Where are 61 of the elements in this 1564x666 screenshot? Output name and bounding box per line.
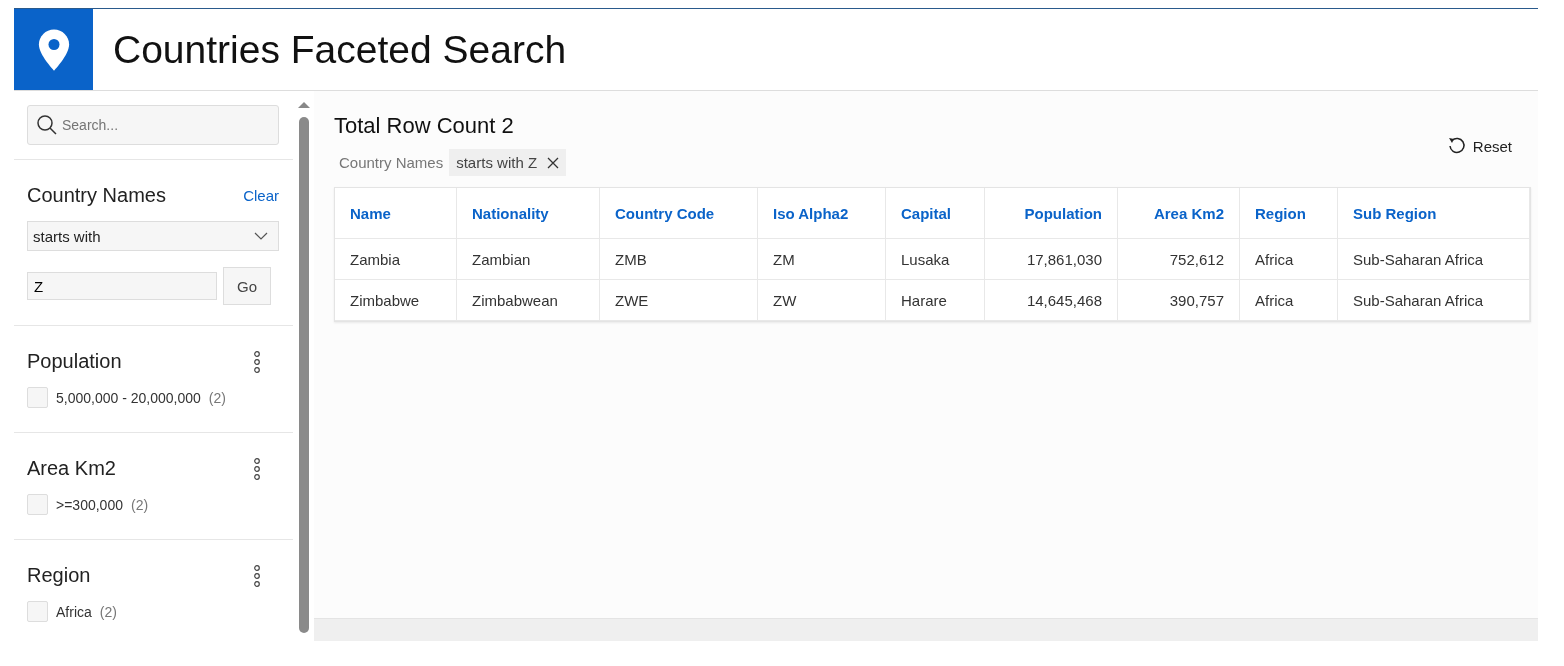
table-cell: Africa <box>1240 239 1338 280</box>
option-count: (2) <box>99 603 117 620</box>
search-icon <box>36 114 58 136</box>
table-cell: Harare <box>886 280 985 321</box>
checkbox[interactable] <box>27 601 48 622</box>
reset-button[interactable]: Reset <box>1440 135 1518 157</box>
filter-value-field[interactable]: Z <box>27 272 217 300</box>
search-field[interactable]: Search... <box>27 105 279 145</box>
clear-link[interactable]: Clear <box>243 187 279 204</box>
option-label: Africa <box>56 603 92 620</box>
option-label: 5,000,000 - 20,000,000 <box>56 389 201 406</box>
table-cell: 390,757 <box>1118 280 1240 321</box>
page-title: Countries Faceted Search <box>113 27 567 72</box>
column-header[interactable]: Name <box>335 188 457 239</box>
column-header[interactable]: Country Code <box>600 188 758 239</box>
filter-facet-label: Country Names <box>338 154 444 171</box>
table-cell: 14,645,468 <box>985 280 1118 321</box>
table-cell: ZW <box>758 280 886 321</box>
facet-title: Population <box>27 350 122 373</box>
more-options-icon[interactable] <box>253 457 261 480</box>
chevron-down-icon <box>254 232 268 240</box>
option-count: (2) <box>130 496 149 513</box>
facet-title: Region <box>27 564 91 587</box>
table-cell: Sub-Saharan Africa <box>1338 239 1530 280</box>
operator-dropdown[interactable]: starts with <box>27 221 279 251</box>
more-options-icon[interactable] <box>253 564 261 587</box>
table-cell: Zambian <box>457 239 600 280</box>
table-cell: ZM <box>758 239 886 280</box>
checkbox[interactable] <box>27 387 48 408</box>
go-button[interactable]: Go <box>223 267 271 305</box>
reset-icon <box>1446 136 1467 156</box>
table-cell: Africa <box>1240 280 1338 321</box>
column-header[interactable]: Nationality <box>457 188 600 239</box>
column-header[interactable]: Area Km2 <box>1118 188 1240 239</box>
horizontal-scrollbar-track[interactable] <box>314 618 1538 641</box>
column-header[interactable]: Iso Alpha2 <box>758 188 886 239</box>
table-cell: 17,861,030 <box>985 239 1118 280</box>
table-cell: 752,612 <box>1118 239 1240 280</box>
table-cell: Zimbabwean <box>457 280 600 321</box>
checkbox[interactable] <box>27 494 48 515</box>
scroll-up-icon[interactable] <box>297 101 310 109</box>
option-label: >=300,000 <box>56 496 123 513</box>
table-cell: Sub-Saharan Africa <box>1338 280 1530 321</box>
map-pin-icon <box>36 27 71 72</box>
column-header[interactable]: Sub Region <box>1338 188 1530 239</box>
option-count: (2) <box>208 389 226 406</box>
close-icon[interactable] <box>547 156 560 169</box>
more-options-icon[interactable] <box>253 350 261 373</box>
column-header[interactable]: Region <box>1240 188 1338 239</box>
table-cell: ZMB <box>600 239 758 280</box>
table-cell: ZWE <box>600 280 758 321</box>
table-cell: Zambia <box>335 239 457 280</box>
row-count-heading: Total Row Count 2 <box>334 113 515 139</box>
scrollbar-thumb[interactable] <box>298 117 309 633</box>
filter-chip[interactable]: starts with Z <box>449 149 567 176</box>
facet-title: Area Km2 <box>27 457 116 480</box>
table-cell: Zimbabwe <box>335 280 457 321</box>
column-header[interactable]: Population <box>985 188 1118 239</box>
column-header[interactable]: Capital <box>886 188 985 239</box>
facet-title: Country Names <box>27 184 166 207</box>
table-cell: Lusaka <box>886 239 985 280</box>
